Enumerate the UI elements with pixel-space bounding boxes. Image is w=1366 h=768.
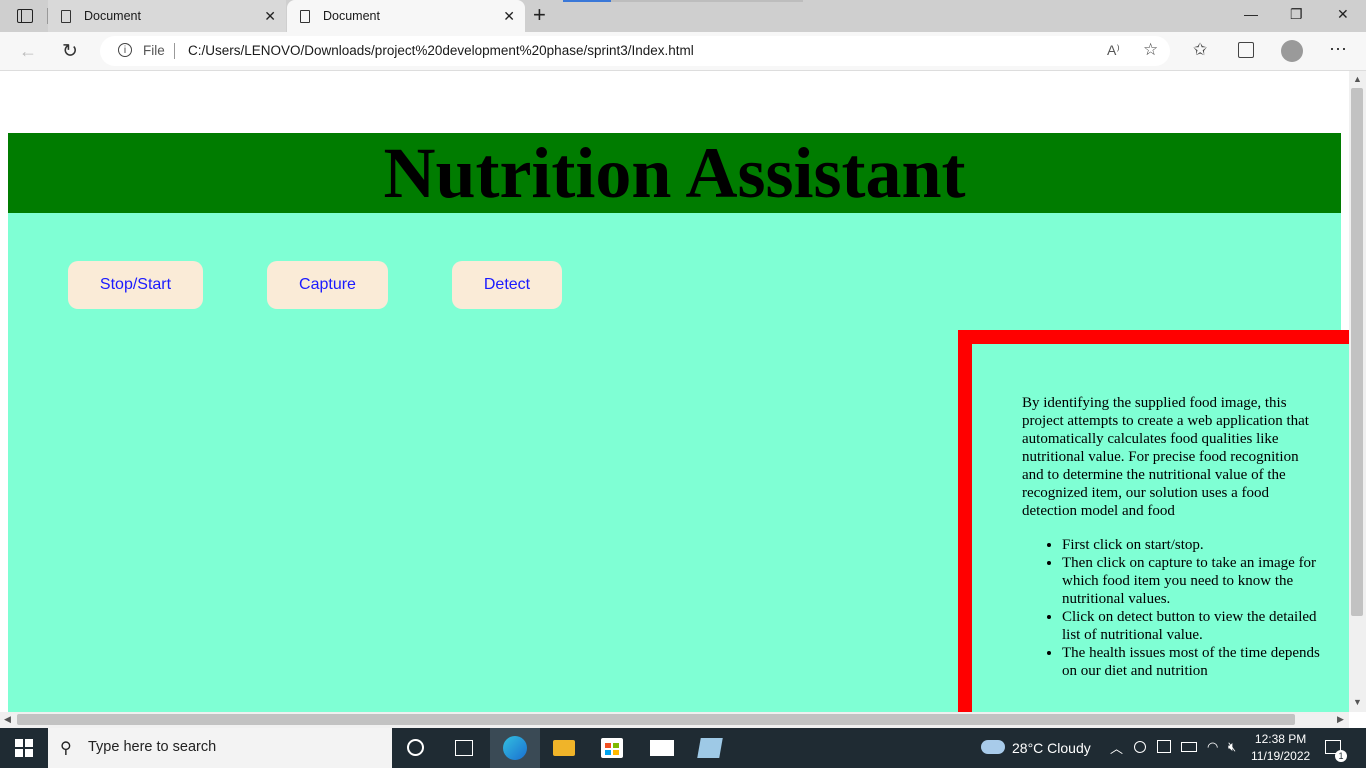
windows-start-icon[interactable] <box>15 739 33 757</box>
back-arrow-icon[interactable]: ← <box>19 41 37 62</box>
vertical-scroll-thumb[interactable] <box>1351 88 1363 616</box>
camera-icon[interactable] <box>1157 740 1171 753</box>
tab-label: Document <box>323 9 380 23</box>
list-item: First click on start/stop. <box>1062 536 1322 554</box>
list-item: Then click on capture to take an image f… <box>1062 554 1322 608</box>
read-aloud-icon[interactable]: A⁾ <box>1107 42 1120 59</box>
list-item: Click on detect button to view the detai… <box>1062 608 1322 644</box>
page-title: Nutrition Assistant <box>383 133 966 213</box>
weather-condition: Cloudy <box>1047 740 1091 756</box>
weather-cloud-icon <box>981 740 1005 754</box>
edge-browser-icon[interactable] <box>503 736 527 760</box>
close-tab-icon[interactable]: ✕ <box>503 8 515 25</box>
close-tab-icon[interactable]: ✕ <box>264 8 276 25</box>
page-header: Nutrition Assistant <box>8 133 1341 213</box>
scroll-down-icon[interactable]: ▼ <box>1353 697 1362 707</box>
wifi-icon[interactable]: ◠ <box>1207 739 1218 755</box>
file-explorer-icon[interactable] <box>553 740 575 756</box>
restore-button[interactable]: ❐ <box>1290 6 1303 23</box>
page-icon <box>300 9 310 23</box>
profile-avatar[interactable] <box>1281 40 1303 62</box>
protocol-label: File <box>143 43 165 58</box>
horizontal-scroll-thumb[interactable] <box>17 714 1295 725</box>
search-placeholder[interactable]: Type here to search <box>88 739 216 755</box>
address-divider <box>174 43 175 59</box>
url-text[interactable]: C:/Users/LENOVO/Downloads/project%20deve… <box>188 43 694 58</box>
search-icon: ⚲ <box>60 740 72 757</box>
main-content: Stop/Start Capture Detect By identifying… <box>8 213 1349 712</box>
tab-label: Document <box>84 9 141 23</box>
collections-icon[interactable] <box>1238 42 1254 58</box>
new-tab-button[interactable]: + <box>533 4 546 26</box>
settings-menu-icon[interactable]: ⋯ <box>1329 39 1347 60</box>
page-viewport: Nutrition Assistant Stop/Start Capture D… <box>0 71 1349 712</box>
page-icon <box>61 9 71 23</box>
info-icon[interactable]: i <box>118 43 132 57</box>
notification-count-badge: 1 <box>1335 750 1347 762</box>
workspaces-icon[interactable] <box>17 9 33 23</box>
info-text: By identifying the supplied food image, … <box>1022 394 1322 680</box>
project-description: By identifying the supplied food image, … <box>1022 395 1309 519</box>
battery-icon[interactable] <box>1181 742 1197 752</box>
taskbar-clock[interactable]: 12:38 PM 11/19/2022 <box>1251 731 1310 765</box>
task-view-icon[interactable] <box>455 740 473 756</box>
mail-icon[interactable] <box>650 740 674 756</box>
refresh-icon[interactable]: ↻ <box>62 40 78 63</box>
stop-start-button[interactable]: Stop/Start <box>68 261 203 309</box>
loading-bar-track <box>611 0 803 2</box>
clock-date: 11/19/2022 <box>1251 749 1311 763</box>
add-favorite-icon[interactable]: ☆ <box>1143 40 1158 60</box>
cortana-icon[interactable] <box>407 739 424 756</box>
minimize-button[interactable]: — <box>1244 6 1258 22</box>
instruction-list: First click on start/stop. Then click on… <box>1022 536 1322 680</box>
scroll-right-icon[interactable]: ▶ <box>1337 714 1344 725</box>
meet-now-icon[interactable] <box>1134 741 1146 753</box>
app-icon[interactable] <box>697 738 723 758</box>
show-hidden-icons-icon[interactable]: ︿ <box>1110 738 1123 757</box>
clock-time: 12:38 PM <box>1254 732 1307 746</box>
close-window-button[interactable]: ✕ <box>1337 6 1349 23</box>
weather-temp: 28°C <box>1012 740 1044 756</box>
capture-button[interactable]: Capture <box>267 261 388 309</box>
store-icon[interactable] <box>601 738 623 758</box>
scroll-up-icon[interactable]: ▲ <box>1353 74 1362 84</box>
volume-muted-icon[interactable]: 🔇︎ <box>1228 739 1236 755</box>
scroll-left-icon[interactable]: ◀ <box>4 714 11 725</box>
tab-document-2[interactable]: Document ✕ <box>287 0 525 32</box>
detect-button[interactable]: Detect <box>452 261 562 309</box>
tab-document-1[interactable]: Document ✕ <box>48 0 286 32</box>
weather-text[interactable]: 28°C Cloudy <box>1012 740 1091 756</box>
list-item: The health issues most of the time depen… <box>1062 644 1322 680</box>
loading-bar <box>563 0 611 2</box>
favorites-icon[interactable]: ✩ <box>1193 40 1207 60</box>
info-panel: By identifying the supplied food image, … <box>958 330 1349 712</box>
